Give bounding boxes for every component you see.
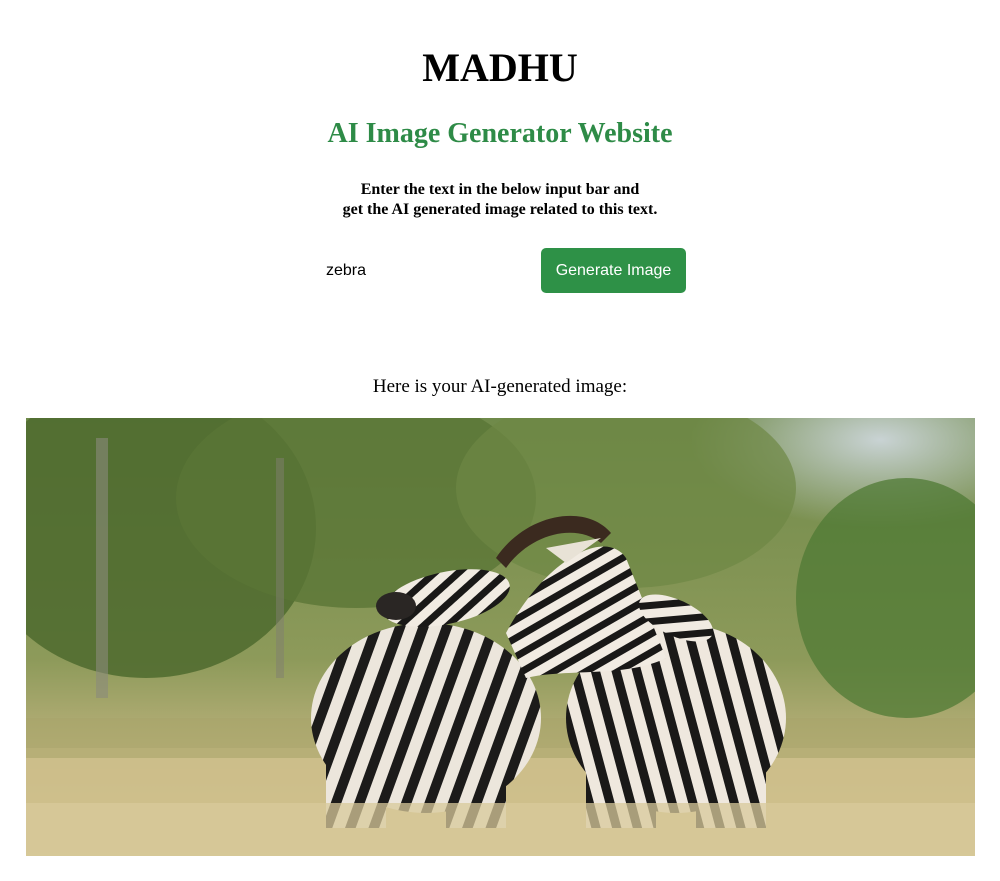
result-caption: Here is your AI-generated image: <box>372 376 628 397</box>
page-subtitle: AI Image Generator Website <box>327 118 673 149</box>
instructions-line-1: Enter the text in the below input bar an… <box>360 181 640 198</box>
prompt-form: Generate Image <box>314 248 686 293</box>
site-title: MADHU <box>422 45 578 90</box>
page: MADHU AI Image Generator Website Enter t… <box>0 0 1000 881</box>
generate-image-button[interactable]: Generate Image <box>541 248 686 293</box>
instructions-line-2: get the AI generated image related to th… <box>342 201 658 218</box>
prompt-input[interactable] <box>314 248 534 293</box>
instructions-text: Enter the text in the below input bar an… <box>0 180 1000 220</box>
generated-zebra-image <box>26 418 975 856</box>
